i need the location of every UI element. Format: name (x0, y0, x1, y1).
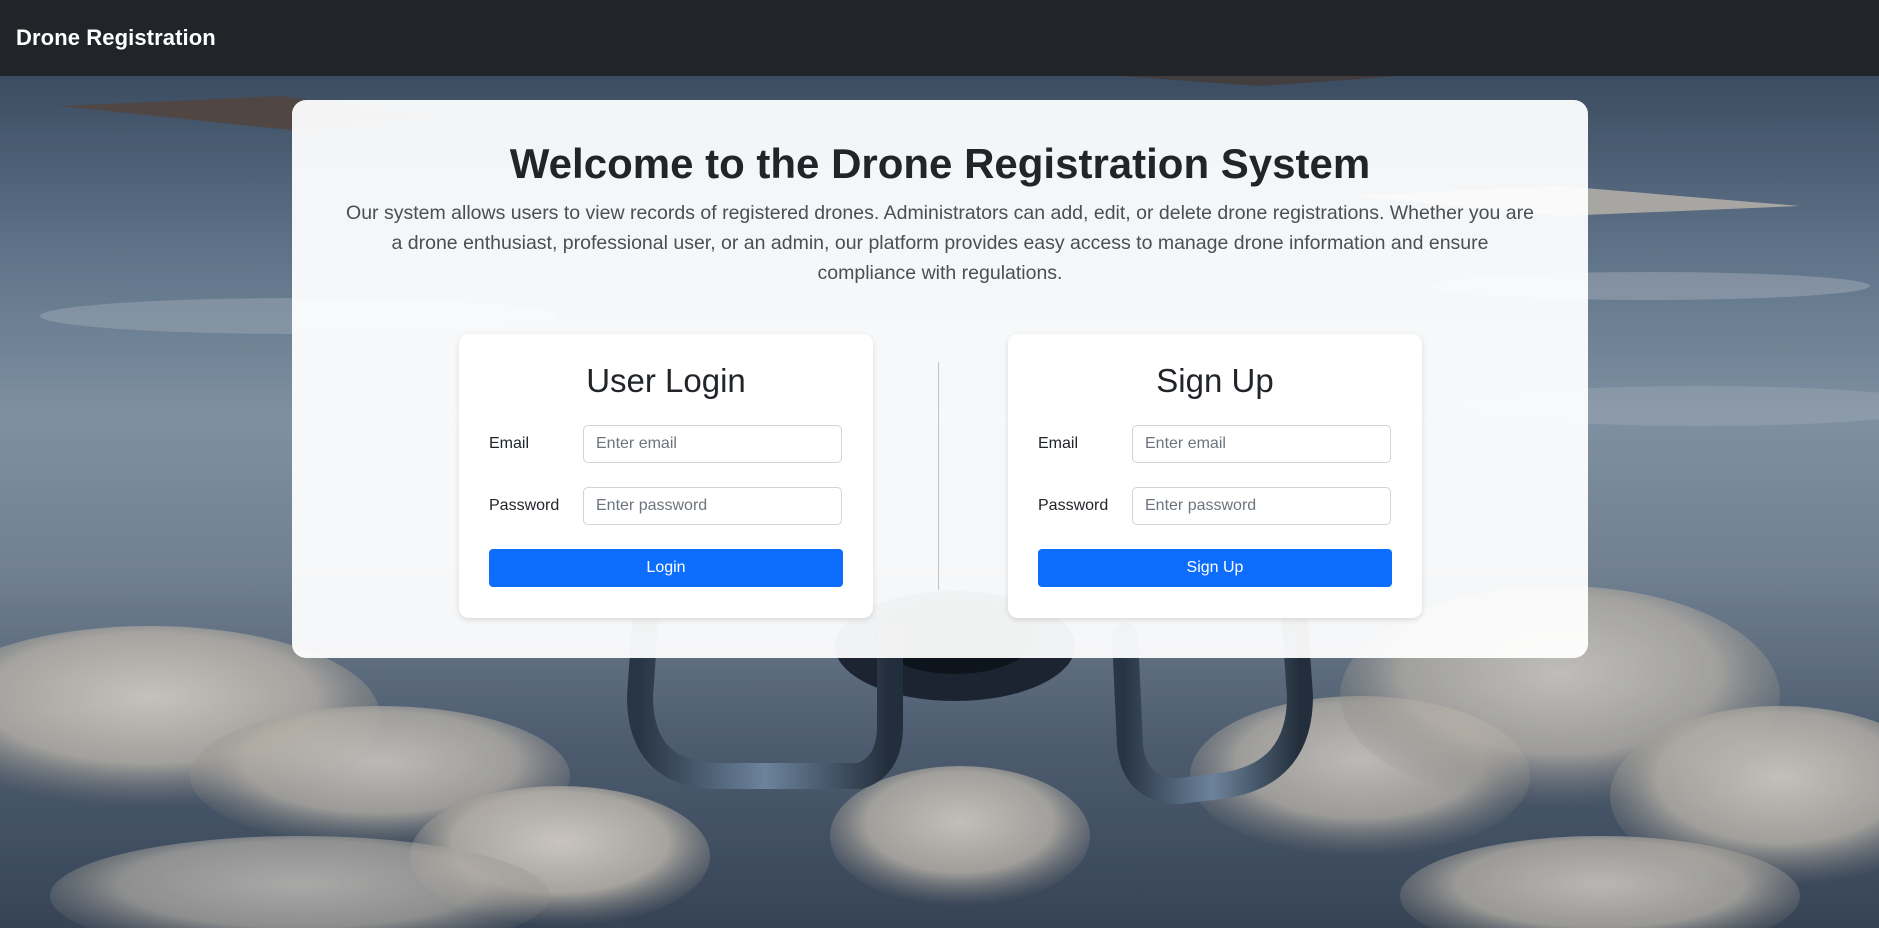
top-navbar: Drone Registration (0, 0, 1879, 76)
hero-description: Our system allows users to view records … (346, 202, 1534, 284)
sign-up-button[interactable]: Sign Up (1038, 549, 1392, 587)
signup-email-label: Email (1038, 435, 1079, 452)
login-title: User Login (586, 362, 746, 399)
signup-password-label: Password (1038, 497, 1109, 514)
page-title: Welcome to the Drone Registration System (509, 140, 1371, 187)
login-password-row: Password (489, 487, 843, 525)
login-email-label: Email (489, 435, 530, 452)
login-email-row: Email (489, 425, 843, 463)
vertical-divider (938, 362, 939, 590)
signup-password-input[interactable] (1132, 487, 1391, 525)
signup-title: Sign Up (1156, 362, 1274, 399)
login-email-input[interactable] (583, 425, 842, 463)
signup-email-input[interactable] (1132, 425, 1391, 463)
login-password-label: Password (489, 497, 560, 514)
login-password-input[interactable] (583, 487, 842, 525)
navbar-brand[interactable]: Drone Registration (16, 25, 216, 51)
welcome-panel: Welcome to the Drone Registration System… (292, 100, 1588, 658)
signup-email-row: Email (1038, 425, 1392, 463)
signup-password-row: Password (1038, 487, 1392, 525)
login-button[interactable]: Login (489, 549, 843, 587)
sign-up-card: Sign Up Email Password Sign Up (1008, 334, 1422, 618)
user-login-card: User Login Email Password Login (459, 334, 873, 618)
